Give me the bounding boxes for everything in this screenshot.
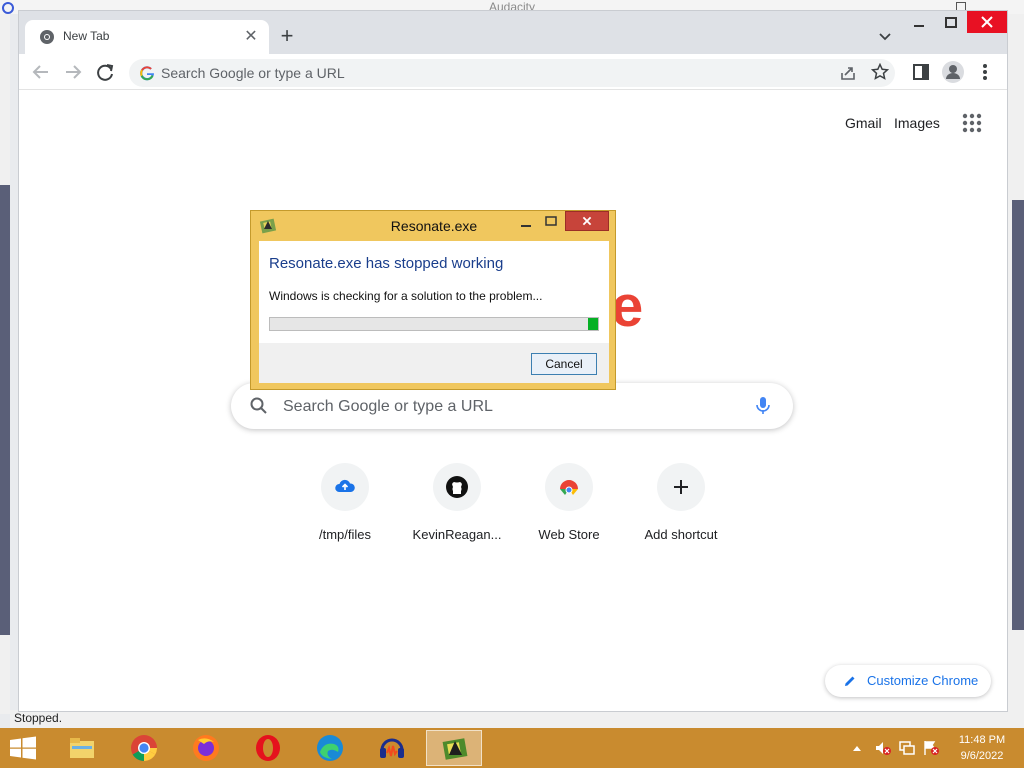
shortcut-web-store[interactable]: Web Store — [513, 463, 625, 563]
dialog-title: Resonate.exe — [390, 218, 478, 234]
cloud-upload-icon — [335, 479, 355, 492]
shortcut-tile — [657, 463, 705, 511]
chrome-favicon-icon — [40, 30, 54, 44]
shortcut-label: Add shortcut — [644, 527, 718, 542]
browser-toolbar: Search Google or type a URL — [19, 54, 1007, 90]
taskbar-file-explorer[interactable] — [54, 730, 110, 766]
shortcut-kevinreagan[interactable]: KevinReagan... — [401, 463, 513, 563]
dialog-body: Resonate.exe has stopped working Windows… — [259, 241, 609, 343]
dialog-message: Windows is checking for a solution to th… — [269, 289, 543, 303]
kebab-menu-icon[interactable] — [973, 60, 997, 84]
taskbar-resonate[interactable] — [426, 730, 482, 766]
taskbar-firefox[interactable] — [178, 730, 234, 766]
dialog-maximize-icon[interactable] — [545, 215, 557, 227]
bookmark-star-icon[interactable] — [871, 63, 889, 81]
side-panel-icon[interactable] — [909, 60, 933, 84]
file-explorer-icon — [70, 738, 94, 758]
dialog-heading: Resonate.exe has stopped working — [269, 255, 504, 272]
audacity-track-area-right — [1012, 200, 1024, 630]
microphone-icon[interactable] — [755, 395, 771, 417]
audacity-status-bar: Stopped. — [10, 710, 1024, 728]
shortcut-add[interactable]: Add shortcut — [625, 463, 737, 563]
clock-date[interactable]: 9/6/2022 — [952, 750, 1012, 762]
plus-icon — [674, 480, 688, 494]
taskbar-opera[interactable] — [240, 730, 296, 766]
shortcut-tile — [433, 463, 481, 511]
dialog-minimize-icon[interactable] — [519, 217, 533, 229]
tab-search-chevron-icon[interactable] — [875, 27, 895, 47]
audacity-logo-icon — [2, 2, 14, 14]
shortcut-label: KevinReagan... — [412, 527, 502, 542]
windows-start-icon[interactable] — [8, 736, 38, 760]
shortcut-tile — [545, 463, 593, 511]
network-icon[interactable] — [898, 740, 916, 756]
forward-icon[interactable] — [61, 60, 85, 84]
window-close-icon[interactable] — [967, 11, 1007, 33]
tray-expand-icon[interactable] — [852, 744, 862, 752]
new-tab-button[interactable]: + — [275, 25, 299, 49]
tab-new-tab[interactable]: New Tab ✕ — [25, 20, 269, 54]
shortcut-tmp-files[interactable]: /tmp/files — [289, 463, 401, 563]
back-icon[interactable] — [29, 60, 53, 84]
tab-close-icon[interactable]: ✕ — [241, 27, 261, 47]
omnibox[interactable]: Search Google or type a URL — [129, 59, 895, 87]
opera-icon — [256, 735, 280, 761]
cancel-button[interactable]: Cancel — [531, 353, 597, 375]
error-dialog: Resonate.exe Resonate.exe has stopped wo… — [250, 210, 616, 390]
audacity-icon — [380, 738, 404, 758]
google-g-icon — [140, 66, 155, 81]
audacity-track-area-left — [0, 185, 10, 635]
taskbar-chrome[interactable] — [116, 730, 172, 766]
dialog-footer: Cancel — [259, 343, 609, 383]
taskbar-audacity[interactable] — [364, 730, 420, 766]
action-center-flag-icon[interactable] — [922, 740, 940, 756]
github-icon — [446, 476, 468, 498]
customize-chrome-button[interactable]: Customize Chrome — [825, 665, 991, 697]
omnibox-placeholder: Search Google or type a URL — [161, 65, 345, 81]
shortcut-label: /tmp/files — [318, 527, 371, 542]
progress-bar — [269, 317, 599, 331]
window-maximize-icon[interactable] — [941, 15, 961, 31]
reload-icon[interactable] — [93, 60, 117, 84]
chrome-icon — [131, 735, 158, 762]
window-minimize-icon[interactable] — [909, 15, 929, 31]
speaker-muted-icon[interactable] — [874, 740, 892, 756]
images-link[interactable]: Images — [894, 115, 940, 131]
google-apps-icon[interactable] — [961, 112, 983, 134]
customize-chrome-label: Customize Chrome — [867, 673, 979, 688]
shortcut-label: Web Store — [538, 527, 600, 542]
search-icon — [250, 397, 267, 414]
shortcut-tile — [321, 463, 369, 511]
dialog-close-icon[interactable] — [565, 211, 609, 231]
firefox-icon — [193, 735, 219, 761]
progress-bar-fill — [588, 318, 598, 330]
pencil-icon — [845, 676, 855, 686]
taskbar-edge[interactable] — [302, 730, 358, 766]
ntp-search-placeholder: Search Google or type a URL — [283, 398, 493, 415]
tab-strip: New Tab ✕ + — [19, 11, 1007, 54]
share-icon[interactable] — [839, 64, 857, 82]
clock-time[interactable]: 11:48 PM — [952, 734, 1012, 746]
taskbar: 11:48 PM 9/6/2022 — [0, 728, 1024, 768]
chrome-webstore-icon — [560, 480, 578, 495]
gmail-link[interactable]: Gmail — [845, 115, 882, 131]
profile-avatar-icon[interactable] — [941, 60, 965, 84]
resonate-icon — [442, 738, 468, 760]
edge-icon — [317, 735, 343, 761]
tab-title: New Tab — [63, 29, 110, 43]
